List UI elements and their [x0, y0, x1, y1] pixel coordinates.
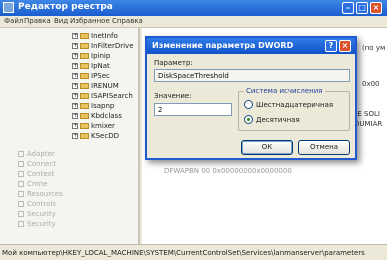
folder-icon — [80, 113, 89, 119]
folder-icon — [80, 133, 89, 139]
base-group: Система исчисления Шестнадцатеричная Дес… — [238, 87, 350, 131]
menu-file[interactable]: Файл — [4, 17, 23, 25]
folder-icon — [80, 53, 89, 59]
folder-icon — [80, 93, 89, 99]
tree-item[interactable]: + IPSec — [72, 72, 110, 81]
expand-icon[interactable]: + — [72, 113, 78, 119]
folder-icon — [80, 123, 89, 129]
dialog-close-button[interactable]: × — [339, 40, 351, 52]
folder-icon — [80, 43, 89, 49]
help-button[interactable]: ? — [325, 40, 337, 52]
tree-item[interactable]: Adapter — [18, 150, 55, 158]
registry-tree[interactable]: + InetInfo + InFilterDrive + Ipinip + IpNat … — [0, 28, 140, 244]
tree-item[interactable]: Security — [18, 220, 56, 228]
expand-icon[interactable]: + — [72, 33, 78, 39]
menubar: Файл Правка Вид Избранное Справка — [0, 16, 387, 28]
menu-view[interactable]: Вид — [54, 17, 68, 25]
folder-icon — [80, 63, 89, 69]
ok-button[interactable]: ОК — [241, 140, 293, 155]
value-row[interactable]: 0x0000000 — [252, 167, 292, 175]
tree-item[interactable]: + IpNat — [72, 62, 110, 71]
value-data-label: Значение: — [154, 92, 192, 100]
expand-icon[interactable]: + — [72, 73, 78, 79]
window-close-button[interactable]: × — [370, 2, 382, 14]
registry-app-icon — [3, 2, 14, 13]
expand-icon[interactable]: + — [72, 93, 78, 99]
hex-radio[interactable] — [244, 100, 253, 109]
value-row[interactable]: (по ум — [362, 44, 385, 52]
tree-item[interactable]: + InFilterDrive — [72, 42, 134, 51]
tree-item[interactable]: + InetInfo — [72, 32, 118, 41]
expand-icon[interactable]: + — [72, 123, 78, 129]
tree-item[interactable]: + Ipinip — [72, 52, 110, 61]
maximize-button[interactable]: □ — [356, 2, 368, 14]
folder-icon — [18, 171, 24, 177]
value-data-input[interactable]: 2 — [154, 103, 232, 116]
folder-icon — [18, 151, 24, 157]
dialog-titlebar: Изменение параметра DWORD ? × — [147, 38, 355, 54]
tree-item[interactable]: Connect — [18, 160, 56, 168]
tree-item[interactable]: + kmixer — [72, 122, 115, 131]
folder-icon — [80, 33, 89, 39]
folder-icon — [80, 103, 89, 109]
expand-icon[interactable]: + — [72, 43, 78, 49]
edit-dword-dialog: Изменение параметра DWORD ? × Параметр: … — [145, 36, 357, 160]
expand-icon[interactable]: + — [72, 83, 78, 89]
tree-item[interactable]: Security — [18, 210, 56, 218]
menu-help[interactable]: Справка — [112, 17, 143, 25]
value-name-field: DiskSpaceThreshold — [154, 69, 350, 82]
cancel-button[interactable]: Отмена — [298, 140, 350, 155]
value-row[interactable]: DUMIAR — [354, 120, 382, 128]
menu-favorites[interactable]: Избранное — [70, 17, 110, 25]
folder-icon — [18, 191, 24, 197]
window-title: Редактор реестра — [18, 2, 113, 12]
tree-item[interactable]: Controls — [18, 200, 56, 208]
tree-item[interactable]: + ISAPISearch — [72, 92, 133, 101]
tree-item[interactable]: + Isapnp — [72, 102, 114, 111]
titlebar: Редактор реестра – □ × — [0, 0, 387, 16]
tree-item[interactable]: Cmne — [18, 180, 47, 188]
minimize-button[interactable]: – — [342, 2, 354, 14]
folder-icon — [18, 221, 24, 227]
folder-icon — [18, 181, 24, 187]
folder-icon — [18, 211, 24, 217]
folder-icon — [18, 201, 24, 207]
expand-icon[interactable]: + — [72, 63, 78, 69]
folder-icon — [80, 83, 89, 89]
expand-icon[interactable]: + — [72, 53, 78, 59]
base-group-label: Система исчисления — [244, 87, 325, 95]
statusbar-path: Мой компьютер\HKEY_LOCAL_MACHINE\SYSTEM\… — [0, 244, 387, 260]
folder-icon — [18, 161, 24, 167]
expand-icon[interactable]: + — [72, 103, 78, 109]
tree-item[interactable]: + Kbdclass — [72, 112, 122, 121]
value-name-label: Параметр: — [154, 59, 193, 67]
value-row[interactable]: DFWAPBN 00 0x0000000 — [164, 167, 252, 175]
dialog-title: Изменение параметра DWORD — [152, 41, 294, 50]
tree-item[interactable]: + IRENUM — [72, 82, 119, 91]
tree-item[interactable]: + KSecDD — [72, 132, 119, 141]
expand-icon[interactable]: + — [72, 133, 78, 139]
decimal-radio[interactable] — [244, 115, 253, 124]
decimal-radio-label[interactable]: Десятичная — [256, 116, 300, 124]
value-row[interactable]: 0x00 — [362, 80, 380, 88]
tree-item[interactable]: Context — [18, 170, 54, 178]
tree-item[interactable]: Resources — [18, 190, 63, 198]
folder-icon — [80, 73, 89, 79]
hex-radio-label[interactable]: Шестнадцатеричная — [256, 101, 333, 109]
menu-edit[interactable]: Правка — [24, 17, 51, 25]
